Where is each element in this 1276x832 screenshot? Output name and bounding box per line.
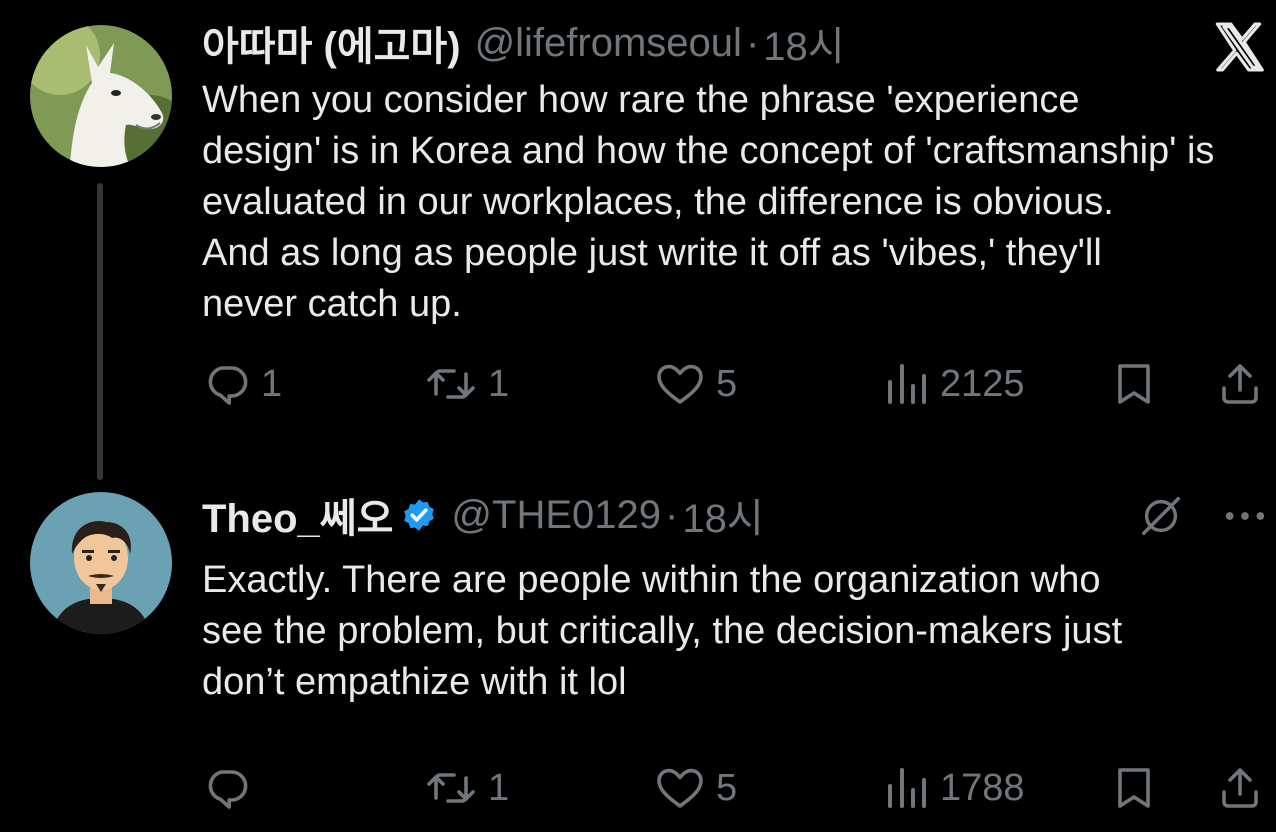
repost-count: 1 bbox=[488, 362, 510, 405]
reply-button[interactable]: 1 bbox=[203, 360, 282, 408]
tweet-text-line: evaluated in our workplaces, the differe… bbox=[202, 181, 1114, 223]
tweet-header: Theo_쎄오 @THE0129 · 18시 bbox=[202, 490, 764, 542]
like-button[interactable]: 5 bbox=[654, 764, 737, 812]
tweet-text-line: design' is in Korea and how the concept … bbox=[202, 130, 1215, 172]
repost-button[interactable]: 1 bbox=[424, 360, 509, 408]
user-handle[interactable]: @lifefromseoul bbox=[475, 21, 742, 66]
timestamp[interactable]: 18시 bbox=[763, 14, 844, 72]
tweet-text-line: Exactly. There are people within the org… bbox=[202, 559, 1101, 601]
share-icon[interactable] bbox=[1216, 360, 1264, 408]
thread-connector-line bbox=[97, 183, 103, 480]
share-icon[interactable] bbox=[1216, 764, 1264, 812]
views-button[interactable]: 1788 bbox=[884, 764, 1025, 812]
views-count: 1788 bbox=[940, 766, 1025, 809]
like-count: 5 bbox=[716, 362, 738, 405]
reply-icon bbox=[208, 366, 248, 405]
more-icon[interactable] bbox=[1222, 498, 1268, 534]
separator-dot: · bbox=[745, 20, 760, 65]
verified-badge-icon bbox=[404, 499, 435, 531]
views-count: 2125 bbox=[940, 362, 1025, 405]
avatar-llama[interactable] bbox=[30, 25, 172, 167]
repost-icon bbox=[427, 773, 475, 803]
views-icon bbox=[888, 768, 926, 808]
like-button[interactable]: 5 bbox=[654, 360, 737, 408]
timestamp[interactable]: 18시 bbox=[682, 486, 763, 544]
reply-count: 1 bbox=[261, 362, 283, 405]
repost-count: 1 bbox=[488, 766, 510, 809]
bookmark-icon[interactable] bbox=[1110, 360, 1158, 408]
display-name[interactable]: 아따마 (에고마) bbox=[202, 14, 461, 72]
tweet-text: Exactly. There are people within the org… bbox=[202, 555, 1122, 708]
tweet-text-line: And as long as people just write it off … bbox=[202, 232, 1102, 274]
heart-icon bbox=[657, 364, 703, 404]
display-name[interactable]: Theo_쎄오 bbox=[202, 486, 393, 544]
like-count: 5 bbox=[716, 766, 738, 809]
tweet-text-line: see the problem, but critically, the dec… bbox=[202, 610, 1123, 652]
x-logo-icon[interactable] bbox=[1212, 18, 1270, 76]
reply-icon bbox=[208, 770, 248, 809]
repost-icon bbox=[427, 369, 475, 399]
tweet-text-line: never catch up. bbox=[202, 283, 462, 325]
separator-dot: · bbox=[665, 492, 679, 537]
views-icon bbox=[888, 364, 926, 404]
tweet-header: 아따마 (에고마) @lifefromseoul · 18시 bbox=[202, 18, 845, 70]
bookmark-icon[interactable] bbox=[1110, 764, 1158, 812]
repost-button[interactable]: 1 bbox=[424, 764, 509, 812]
views-button[interactable]: 2125 bbox=[884, 360, 1025, 408]
user-handle[interactable]: @THE0129 bbox=[451, 493, 661, 538]
tweet-text-line: When you consider how rare the phrase 'e… bbox=[202, 79, 1080, 121]
tweet-text-line: don’t empathize with it lol bbox=[202, 661, 627, 703]
avatar-theo[interactable] bbox=[30, 492, 172, 634]
tweet-text: When you consider how rare the phrase 'e… bbox=[202, 75, 1214, 330]
reply-button[interactable] bbox=[203, 764, 261, 812]
heart-icon bbox=[657, 768, 703, 808]
grok-icon[interactable] bbox=[1138, 493, 1184, 539]
